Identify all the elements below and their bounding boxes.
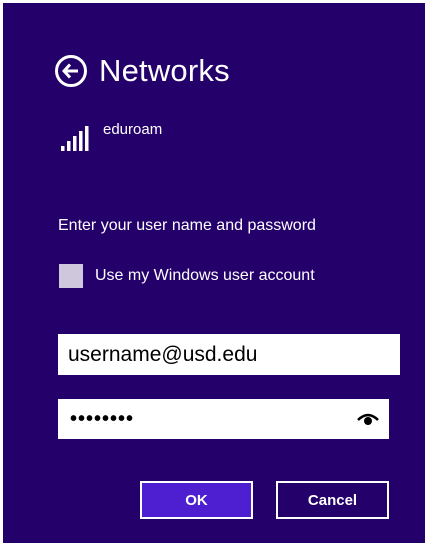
use-windows-account-checkbox[interactable] — [59, 264, 83, 288]
password-value: •••••••• — [70, 407, 135, 430]
username-value: username@usd.edu — [68, 342, 258, 366]
username-field[interactable]: username@usd.edu — [58, 334, 400, 375]
reveal-password-icon[interactable] — [357, 411, 379, 427]
ok-button[interactable]: OK — [140, 481, 253, 519]
use-windows-account-option[interactable]: Use my Windows user account — [59, 264, 315, 288]
network-item: eduroam — [61, 121, 162, 151]
use-windows-account-label: Use my Windows user account — [95, 267, 315, 284]
page-title: Networks — [99, 53, 230, 88]
arrow-left-icon — [62, 63, 78, 79]
wifi-signal-icon — [61, 126, 89, 151]
credentials-prompt: Enter your user name and password — [58, 217, 316, 234]
network-name: eduroam — [103, 121, 163, 138]
back-button[interactable] — [55, 55, 87, 87]
cancel-button[interactable]: Cancel — [276, 481, 389, 519]
network-sign-in-panel: Networks eduroam Enter your user name an… — [3, 3, 425, 543]
password-field[interactable]: •••••••• — [58, 399, 389, 439]
header: Networks — [55, 51, 230, 91]
